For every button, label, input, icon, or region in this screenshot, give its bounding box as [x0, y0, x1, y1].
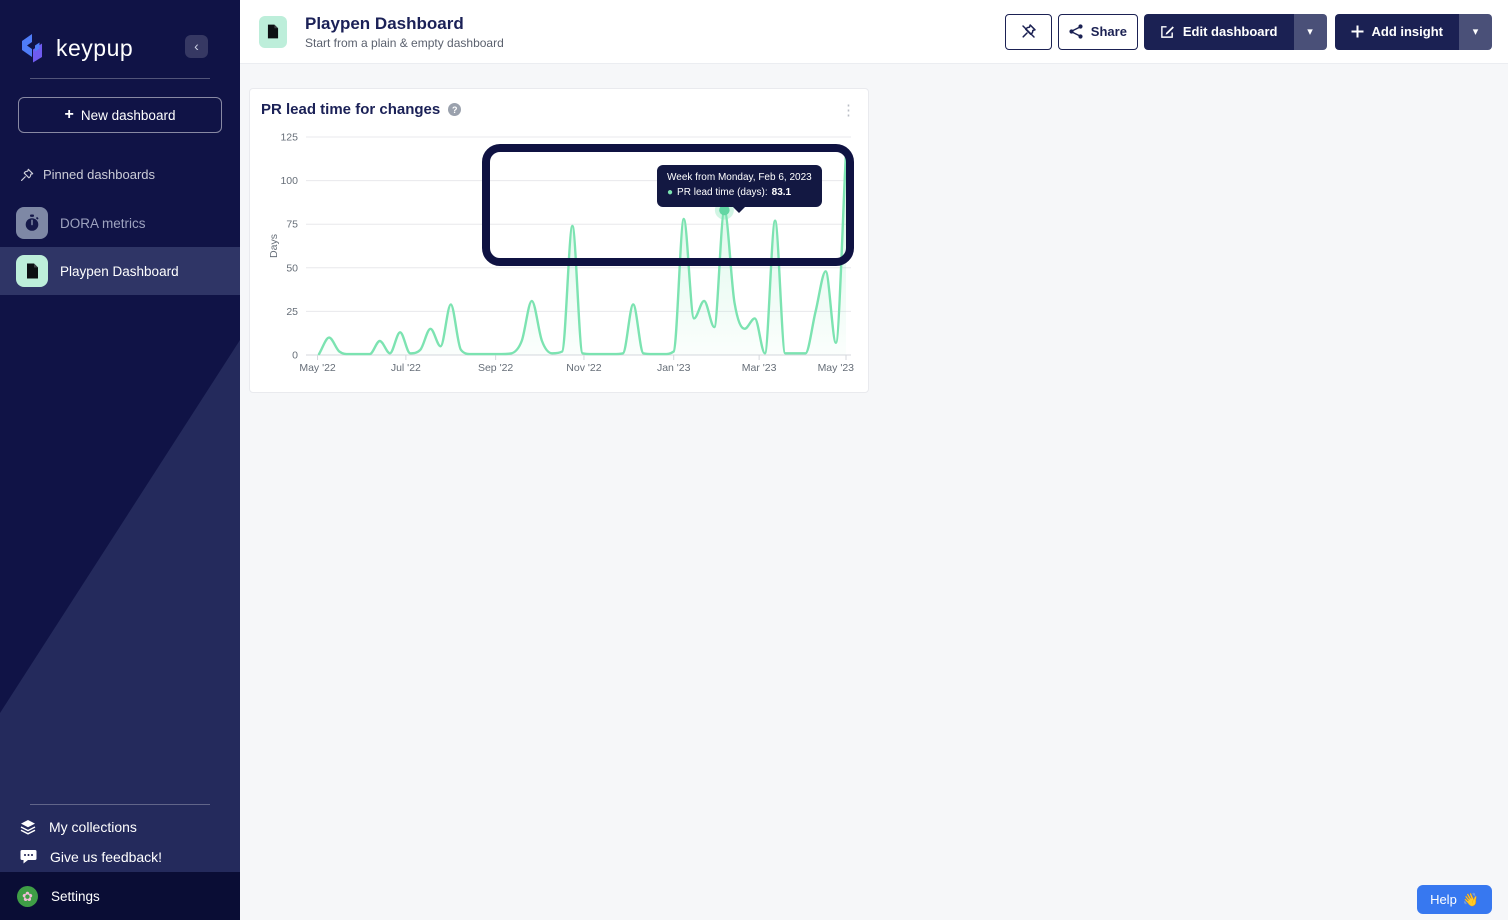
svg-text:Mar '23: Mar '23 — [742, 362, 777, 374]
collapse-sidebar-button[interactable]: ‹ — [185, 35, 208, 58]
feedback-link[interactable]: Give us feedback! — [0, 842, 240, 872]
stopwatch-icon — [16, 207, 48, 239]
svg-text:50: 50 — [286, 262, 298, 274]
share-icon — [1069, 24, 1083, 39]
add-insight-split-button: Add insight ▾ — [1335, 14, 1493, 50]
svg-text:May '23: May '23 — [818, 362, 855, 374]
dashboard-document-icon — [259, 16, 287, 48]
page-header: Playpen Dashboard Start from a plain & e… — [240, 0, 1508, 64]
svg-text:May '22: May '22 — [299, 362, 336, 374]
edit-dashboard-dropdown-caret[interactable]: ▾ — [1294, 14, 1327, 50]
settings-button[interactable]: ✿ Settings — [0, 872, 240, 920]
help-button[interactable]: Help 👋 — [1417, 885, 1492, 914]
new-dashboard-button[interactable]: + New dashboard — [18, 97, 222, 133]
svg-text:125: 125 — [280, 132, 298, 144]
plus-icon: + — [65, 106, 74, 124]
pin-icon — [20, 168, 34, 182]
help-tooltip-icon[interactable]: ? — [448, 103, 461, 116]
add-insight-dropdown-caret[interactable]: ▾ — [1459, 14, 1492, 50]
my-collections-link[interactable]: My collections — [0, 812, 240, 842]
keypup-logo[interactable]: keypup ‹ — [18, 32, 222, 64]
svg-text:Nov '22: Nov '22 — [566, 362, 601, 374]
svg-text:75: 75 — [286, 219, 298, 231]
svg-text:Days: Days — [268, 234, 280, 258]
unpin-dashboard-button[interactable] — [1005, 14, 1052, 50]
keypup-logo-icon — [18, 33, 48, 63]
add-insight-button[interactable]: Add insight — [1335, 14, 1460, 50]
series-bullet-icon: ● — [667, 186, 673, 201]
svg-text:100: 100 — [280, 175, 298, 187]
edit-dashboard-button[interactable]: Edit dashboard — [1144, 14, 1294, 50]
sidebar-divider — [30, 804, 210, 805]
layers-icon — [20, 819, 36, 835]
pr-lead-time-chart[interactable]: 0 25 50 75 100 125 Days May '22 Jul '22 Sep '22 No… — [250, 89, 870, 394]
avatar: ✿ — [17, 886, 38, 907]
page-title: Playpen Dashboard — [305, 13, 504, 34]
document-icon — [16, 255, 48, 287]
pinned-dashboards-list: DORA metrics Playpen Dashboard — [0, 199, 240, 295]
pinned-dashboards-header: Pinned dashboards — [20, 167, 155, 182]
page-subtitle: Start from a plain & empty dashboard — [305, 36, 504, 50]
card-title: PR lead time for changes — [261, 101, 440, 118]
svg-text:Jul '22: Jul '22 — [391, 362, 421, 374]
tooltip-value: 83.1 — [772, 186, 791, 201]
dashboard-canvas: 0 25 50 75 100 125 Days May '22 Jul '22 Sep '22 No… — [240, 64, 1508, 920]
logo-text: keypup — [56, 35, 133, 62]
sidebar-item-dora-metrics[interactable]: DORA metrics — [0, 199, 240, 247]
tooltip-date: Week from Monday, Feb 6, 2023 — [667, 171, 812, 186]
plus-icon — [1351, 25, 1364, 38]
pr-lead-time-card: 0 25 50 75 100 125 Days May '22 Jul '22 Sep '22 No… — [249, 88, 869, 393]
svg-text:Jan '23: Jan '23 — [657, 362, 691, 374]
sidebar: keypup ‹ + New dashboard Pinned dashboar… — [0, 0, 240, 920]
svg-text:Sep '22: Sep '22 — [478, 362, 513, 374]
card-menu-kebab-icon[interactable]: ⋮ — [835, 99, 862, 121]
svg-text:25: 25 — [286, 306, 298, 318]
sidebar-item-label: Playpen Dashboard — [60, 264, 179, 279]
tooltip-series-label: PR lead time (days): — [677, 186, 768, 201]
edit-icon — [1160, 24, 1175, 39]
share-button[interactable]: Share — [1058, 14, 1138, 50]
unpin-icon — [1020, 23, 1037, 40]
sidebar-item-label: DORA metrics — [60, 216, 146, 231]
svg-text:0: 0 — [292, 350, 298, 362]
sidebar-item-playpen-dashboard[interactable]: Playpen Dashboard — [0, 247, 240, 295]
sidebar-divider — [30, 78, 210, 79]
wave-emoji: 👋 — [1463, 892, 1479, 908]
chart-tooltip: Week from Monday, Feb 6, 2023 ● PR lead … — [657, 165, 822, 207]
chat-bubble-icon — [20, 849, 37, 865]
edit-dashboard-split-button: Edit dashboard ▾ — [1144, 14, 1327, 50]
